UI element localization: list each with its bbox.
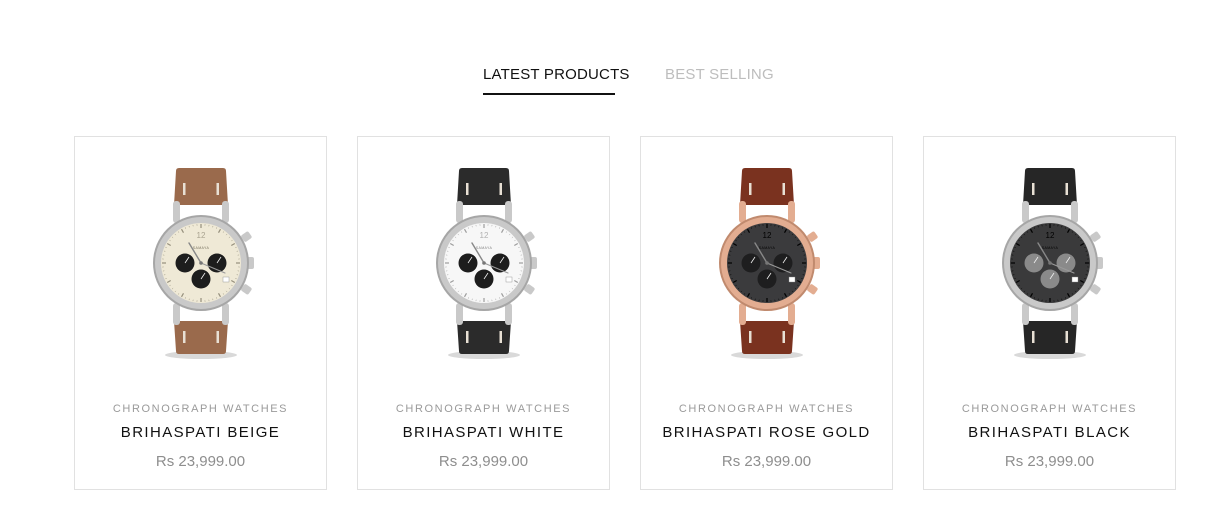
watch-lug [1070,201,1078,223]
strap-stitch [182,183,185,195]
watch-strap-top [1022,168,1077,205]
dial-numeral: 12 [196,231,205,240]
watch-lug [504,201,512,223]
date-window [505,276,512,283]
watch-lug [1021,303,1029,325]
strap-stitch [216,331,219,343]
hand-pivot [481,261,486,265]
product-category[interactable]: CHRONOGRAPH WATCHES [75,403,326,415]
watch-strap-top [739,168,794,205]
product-grid: 12 SAMAYA CHRONOGRAPH WATCHES BRIHASPATI … [74,136,1176,490]
product-card[interactable]: 12 SAMAYA CHRONOGRAPH WATCHES BRIHASPATI … [357,136,610,490]
product-category[interactable]: CHRONOGRAPH WATCHES [358,403,609,415]
strap-stitch [748,183,751,195]
watch-strap-top [456,168,511,205]
product-image[interactable]: 12 SAMAYA [75,165,326,370]
strap-stitch [465,183,468,195]
product-title[interactable]: BRIHASPATI BLACK [924,424,1175,441]
strap-stitch [465,331,468,343]
dial-numeral: 12 [762,231,771,240]
brand-logo: SAMAYA [758,246,775,250]
watch-illustration: 12 SAMAYA [152,168,254,359]
hand-pivot [1047,261,1052,265]
strap-stitch [499,183,502,195]
watch-lug [1021,201,1029,223]
product-tabs: LATEST PRODUCTS BEST SELLING [0,66,1219,98]
product-image[interactable]: 12 SAMAYA [641,165,892,370]
watch-lug [787,201,795,223]
watch-lug [455,303,463,325]
watch-strap-bottom [739,321,794,354]
strap-stitch [1065,331,1068,343]
watch-lug [787,303,795,325]
brand-logo: SAMAYA [192,246,209,250]
watch-lug [455,201,463,223]
product-price: Rs 23,999.00 [155,453,246,470]
strap-stitch [1031,331,1034,343]
watch-lug [221,201,229,223]
date-window [1071,276,1078,283]
watch-illustration: 12 SAMAYA [1001,168,1103,359]
strap-stitch [1031,183,1034,195]
hand-pivot [764,261,769,265]
strap-stitch [216,183,219,195]
product-image[interactable]: 12 SAMAYA [358,165,609,370]
tab-best-selling[interactable]: BEST SELLING [665,66,774,83]
product-category[interactable]: CHRONOGRAPH WATCHES [924,403,1175,415]
strap-stitch [182,331,185,343]
watch-strap-bottom [173,321,228,354]
watch-lug [738,303,746,325]
date-window [222,276,229,283]
strap-stitch [782,183,785,195]
strap-stitch [748,331,751,343]
watch-lug [172,303,180,325]
product-title[interactable]: BRIHASPATI ROSE GOLD [641,424,892,441]
hand-pivot [198,261,203,265]
product-image[interactable]: 12 SAMAYA [924,165,1175,370]
product-category[interactable]: CHRONOGRAPH WATCHES [641,403,892,415]
brand-logo: SAMAYA [1041,246,1058,250]
active-tab-underline [483,93,615,95]
watch-strap-bottom [456,321,511,354]
strap-stitch [1065,183,1068,195]
watch-illustration: 12 SAMAYA [435,168,537,359]
dial-numeral: 12 [479,231,488,240]
watch-strap-top [173,168,228,205]
product-title[interactable]: BRIHASPATI WHITE [358,424,609,441]
product-price: Rs 23,999.00 [1004,453,1095,470]
strap-stitch [499,331,502,343]
product-card[interactable]: 12 SAMAYA CHRONOGRAPH WATCHES BRIHASPATI … [923,136,1176,490]
product-price: Rs 23,999.00 [721,453,812,470]
dial-numeral: 12 [1045,231,1054,240]
watch-lug [1070,303,1078,325]
strap-stitch [782,331,785,343]
product-card[interactable]: 12 SAMAYA CHRONOGRAPH WATCHES BRIHASPATI … [640,136,893,490]
date-window [788,276,795,283]
watch-lug [221,303,229,325]
watch-lug [504,303,512,325]
watch-lug [172,201,180,223]
product-card[interactable]: 12 SAMAYA CHRONOGRAPH WATCHES BRIHASPATI … [74,136,327,490]
watch-illustration: 12 SAMAYA [718,168,820,359]
brand-logo: SAMAYA [475,246,492,250]
product-price: Rs 23,999.00 [438,453,529,470]
watch-strap-bottom [1022,321,1077,354]
product-title[interactable]: BRIHASPATI BEIGE [75,424,326,441]
watch-lug [738,201,746,223]
tab-latest-products[interactable]: LATEST PRODUCTS [483,66,630,83]
